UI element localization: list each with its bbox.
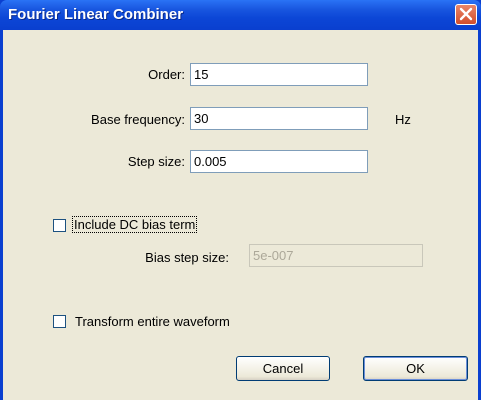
bias-step-size-input	[249, 244, 423, 267]
cancel-button[interactable]: Cancel	[236, 356, 330, 381]
ok-button[interactable]: OK	[363, 356, 468, 381]
base-frequency-label: Base frequency:	[91, 112, 185, 127]
order-input[interactable]	[190, 63, 368, 86]
step-size-label: Step size:	[127, 154, 185, 169]
step-size-input[interactable]	[190, 150, 368, 173]
transform-checkbox[interactable]	[53, 315, 66, 328]
close-button[interactable]	[455, 4, 477, 25]
base-frequency-unit: Hz	[395, 112, 411, 127]
transform-label[interactable]: Transform entire waveform	[75, 314, 230, 329]
window-title: Fourier Linear Combiner	[8, 6, 184, 23]
dc-bias-checkbox[interactable]	[53, 219, 66, 232]
bias-step-size-label: Bias step size:	[145, 250, 229, 265]
dialog-body: Order: Base frequency: Hz Step size: Inc…	[3, 30, 478, 400]
dialog-window: Fourier Linear Combiner Order: Base freq…	[0, 0, 481, 400]
base-frequency-input[interactable]	[190, 107, 368, 130]
dc-bias-label[interactable]: Include DC bias term	[71, 216, 198, 233]
title-bar[interactable]: Fourier Linear Combiner	[0, 0, 481, 30]
order-label: Order:	[148, 67, 185, 82]
close-icon	[459, 7, 473, 21]
